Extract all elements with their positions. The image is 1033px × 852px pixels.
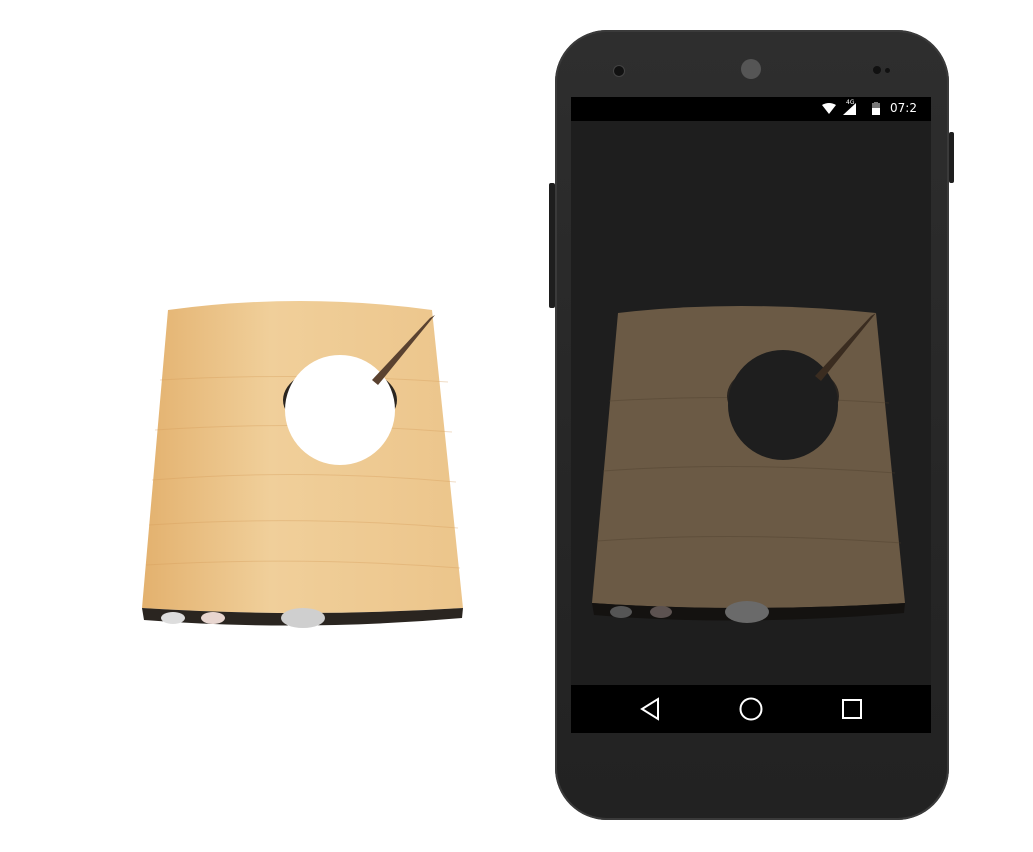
navigation-bar xyxy=(571,685,931,733)
wood-case-preview xyxy=(592,306,905,623)
status-bar: 4G 07:2 xyxy=(571,97,931,121)
phone-screen: 4G 07:2 xyxy=(571,97,931,733)
recents-icon[interactable] xyxy=(840,697,864,721)
front-camera-icon xyxy=(613,65,625,77)
wood-case-product-image xyxy=(142,301,463,628)
wifi-icon xyxy=(822,103,836,114)
volume-button[interactable] xyxy=(549,183,555,308)
back-icon[interactable] xyxy=(639,697,663,721)
status-time: 07:2 xyxy=(890,101,917,115)
cellular-signal-icon xyxy=(843,103,856,115)
sensor-dot-icon xyxy=(885,68,890,73)
sensor-icon xyxy=(873,66,881,74)
power-button[interactable] xyxy=(949,132,954,183)
home-icon[interactable] xyxy=(739,697,763,721)
battery-icon xyxy=(872,102,880,115)
earpiece-speaker-icon xyxy=(741,59,761,79)
